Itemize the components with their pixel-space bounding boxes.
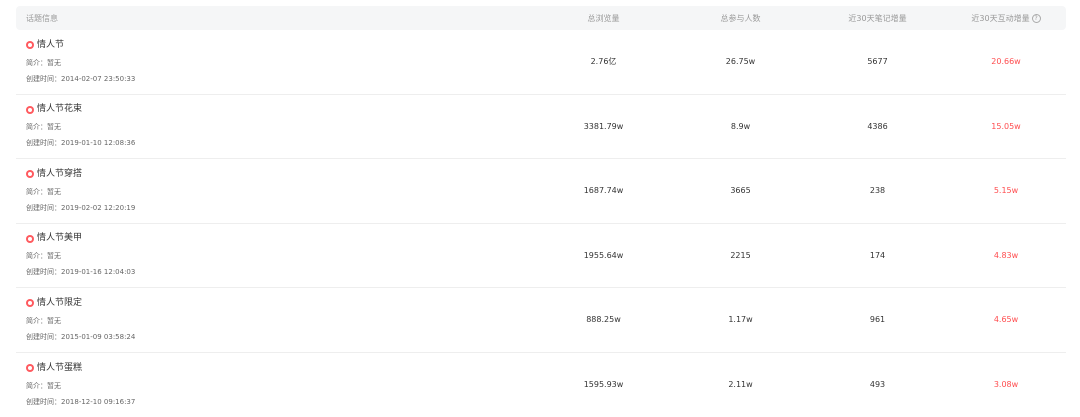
table-row[interactable]: 情人节花束 简介：暂无 创建时间：2019-01-10 12:08:36 338… <box>16 95 1066 160</box>
header-topic: 话题信息 <box>16 13 535 24</box>
notes-cell: 5677 <box>809 57 946 66</box>
topic-name-link[interactable]: 情人节花束 <box>26 102 535 117</box>
topic-intro: 简介：暂无 <box>26 380 535 393</box>
views-cell: 1955.64w <box>535 251 672 260</box>
header-notes30[interactable]: 近30天笔记增量 <box>809 13 946 24</box>
topic-created: 创建时间：2015-01-09 03:58:24 <box>26 331 535 344</box>
topic-hashtag-icon <box>26 170 34 178</box>
views-cell: 2.76亿 <box>535 56 672 67</box>
participants-cell: 8.9w <box>672 122 809 131</box>
topic-name: 情人节花束 <box>37 102 82 117</box>
interactions-cell: 4.65w <box>946 315 1066 324</box>
interactions-cell: 5.15w <box>946 186 1066 195</box>
notes-cell: 238 <box>809 186 946 195</box>
topic-created: 创建时间：2019-01-10 12:08:36 <box>26 137 535 150</box>
header-interactions30-label: 近30天互动增量 <box>971 14 1029 23</box>
participants-cell: 1.17w <box>672 315 809 324</box>
topic-name: 情人节穿搭 <box>37 167 82 182</box>
header-interactions30[interactable]: 近30天互动增量? <box>946 13 1066 24</box>
interactions-cell: 3.08w <box>946 380 1066 389</box>
topic-table: 话题信息 总浏览量 总参与人数 近30天笔记增量 近30天互动增量? 情人节 简… <box>16 6 1066 417</box>
table-row[interactable]: 情人节 简介：暂无 创建时间：2014-02-07 23:50:33 2.76亿… <box>16 30 1066 95</box>
topic-info: 情人节限定 简介：暂无 创建时间：2015-01-09 03:58:24 <box>16 296 535 344</box>
topic-name: 情人节 <box>37 38 64 53</box>
topic-name-link[interactable]: 情人节穿搭 <box>26 167 535 182</box>
topic-hashtag-icon <box>26 235 34 243</box>
notes-cell: 961 <box>809 315 946 324</box>
interactions-cell: 20.66w <box>946 57 1066 66</box>
views-cell: 1595.93w <box>535 380 672 389</box>
topic-name-link[interactable]: 情人节限定 <box>26 296 535 311</box>
topic-info: 情人节蛋糕 简介：暂无 创建时间：2018-12-10 09:16:37 <box>16 361 535 409</box>
notes-cell: 4386 <box>809 122 946 131</box>
topic-hashtag-icon <box>26 106 34 114</box>
topic-info: 情人节花束 简介：暂无 创建时间：2019-01-10 12:08:36 <box>16 102 535 150</box>
table-row[interactable]: 情人节穿搭 简介：暂无 创建时间：2019-02-02 12:20:19 168… <box>16 159 1066 224</box>
header-participants[interactable]: 总参与人数 <box>672 13 809 24</box>
topic-hashtag-icon <box>26 299 34 307</box>
views-cell: 888.25w <box>535 315 672 324</box>
topic-hashtag-icon <box>26 364 34 372</box>
topic-created: 创建时间：2019-02-02 12:20:19 <box>26 202 535 215</box>
topic-name-link[interactable]: 情人节美甲 <box>26 231 535 246</box>
topic-name: 情人节蛋糕 <box>37 361 82 376</box>
views-cell: 1687.74w <box>535 186 672 195</box>
topic-name-link[interactable]: 情人节蛋糕 <box>26 361 535 376</box>
notes-cell: 174 <box>809 251 946 260</box>
topic-created: 创建时间：2014-02-07 23:50:33 <box>26 73 535 86</box>
topic-info: 情人节美甲 简介：暂无 创建时间：2019-01-16 12:04:03 <box>16 231 535 279</box>
interactions-cell: 4.83w <box>946 251 1066 260</box>
topic-intro: 简介：暂无 <box>26 57 535 70</box>
help-circle-icon[interactable]: ? <box>1032 14 1041 23</box>
views-cell: 3381.79w <box>535 122 672 131</box>
topic-created: 创建时间：2019-01-16 12:04:03 <box>26 266 535 279</box>
participants-cell: 2.11w <box>672 380 809 389</box>
participants-cell: 3665 <box>672 186 809 195</box>
table-row[interactable]: 情人节美甲 简介：暂无 创建时间：2019-01-16 12:04:03 195… <box>16 224 1066 289</box>
topic-intro: 简介：暂无 <box>26 186 535 199</box>
header-views[interactable]: 总浏览量 <box>535 13 672 24</box>
table-row[interactable]: 情人节蛋糕 简介：暂无 创建时间：2018-12-10 09:16:37 159… <box>16 353 1066 417</box>
topic-hashtag-icon <box>26 41 34 49</box>
topic-intro: 简介：暂无 <box>26 250 535 263</box>
topic-info: 情人节 简介：暂无 创建时间：2014-02-07 23:50:33 <box>16 38 535 86</box>
participants-cell: 26.75w <box>672 57 809 66</box>
topic-name: 情人节限定 <box>37 296 82 311</box>
topic-intro: 简介：暂无 <box>26 121 535 134</box>
notes-cell: 493 <box>809 380 946 389</box>
topic-info: 情人节穿搭 简介：暂无 创建时间：2019-02-02 12:20:19 <box>16 167 535 215</box>
topic-name-link[interactable]: 情人节 <box>26 38 535 53</box>
table-row[interactable]: 情人节限定 简介：暂无 创建时间：2015-01-09 03:58:24 888… <box>16 288 1066 353</box>
topic-name: 情人节美甲 <box>37 231 82 246</box>
topic-intro: 简介：暂无 <box>26 315 535 328</box>
interactions-cell: 15.05w <box>946 122 1066 131</box>
participants-cell: 2215 <box>672 251 809 260</box>
table-header: 话题信息 总浏览量 总参与人数 近30天笔记增量 近30天互动增量? <box>16 6 1066 30</box>
